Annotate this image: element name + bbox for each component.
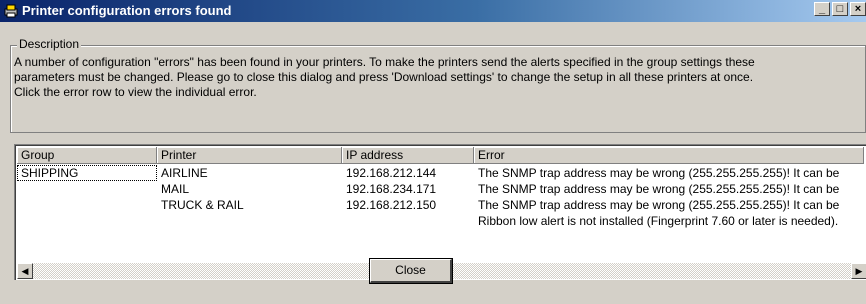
cell-printer: TRUCK & RAIL bbox=[161, 198, 244, 212]
scroll-right-icon[interactable]: ▶ bbox=[851, 263, 866, 279]
cell-group bbox=[17, 197, 157, 213]
scroll-left-icon[interactable]: ◀ bbox=[17, 263, 33, 279]
cell-ip-address: 192.168.234.171 bbox=[346, 182, 437, 196]
window-title: Printer configuration errors found bbox=[22, 3, 232, 18]
cell-ip-address: 192.168.212.144 bbox=[346, 166, 437, 180]
description-line: Click the error row to view the individu… bbox=[14, 85, 257, 99]
cell-error: Ribbon low alert is not installed (Finge… bbox=[478, 214, 839, 228]
maximize-button[interactable]: □ bbox=[832, 2, 848, 16]
description-legend: Description bbox=[17, 37, 82, 51]
cell-error: The SNMP trap address may be wrong (255.… bbox=[478, 182, 840, 196]
dialog-window: Printer configuration errors found _ □ ×… bbox=[0, 0, 866, 304]
table-row[interactable]: MAIL 192.168.234.171 The SNMP trap addre… bbox=[17, 181, 864, 197]
minimize-button[interactable]: _ bbox=[814, 2, 830, 16]
description-line: parameters must be changed. Please go to… bbox=[14, 70, 754, 84]
column-header-group[interactable]: Group bbox=[17, 147, 157, 164]
description-line: A number of configuration "errors" has b… bbox=[14, 55, 755, 69]
cell-error: The SNMP trap address may be wrong (255.… bbox=[478, 166, 840, 180]
column-header-ip-address[interactable]: IP address bbox=[342, 147, 474, 164]
printer-app-icon bbox=[4, 4, 18, 18]
table-row[interactable]: TRUCK & RAIL 192.168.212.150 The SNMP tr… bbox=[17, 197, 864, 213]
cell-printer bbox=[157, 213, 342, 229]
window-controls: _ □ × bbox=[812, 2, 866, 16]
title-bar[interactable]: Printer configuration errors found _ □ × bbox=[0, 0, 866, 22]
close-button[interactable]: Close bbox=[369, 258, 453, 284]
column-header-printer[interactable]: Printer bbox=[157, 147, 342, 164]
cell-error: The SNMP trap address may be wrong (255.… bbox=[478, 198, 840, 212]
cell-printer: MAIL bbox=[161, 182, 190, 196]
cell-printer: AIRLINE bbox=[161, 166, 208, 180]
column-header-error[interactable]: Error bbox=[474, 147, 864, 164]
list-header: Group Printer IP address Error bbox=[17, 147, 864, 164]
list-rows: SHIPPING AIRLINE 192.168.212.144 The SNM… bbox=[17, 165, 864, 229]
cell-ip-address bbox=[342, 213, 474, 229]
cell-group bbox=[17, 213, 157, 229]
table-row[interactable]: Ribbon low alert is not installed (Finge… bbox=[17, 213, 864, 229]
cell-ip-address: 192.168.212.150 bbox=[346, 198, 437, 212]
close-window-button[interactable]: × bbox=[850, 2, 866, 16]
cell-group bbox=[17, 181, 157, 197]
cell-group: SHIPPING bbox=[17, 165, 157, 181]
description-text: A number of configuration "errors" has b… bbox=[14, 55, 864, 100]
table-row[interactable]: SHIPPING AIRLINE 192.168.212.144 The SNM… bbox=[17, 165, 864, 181]
